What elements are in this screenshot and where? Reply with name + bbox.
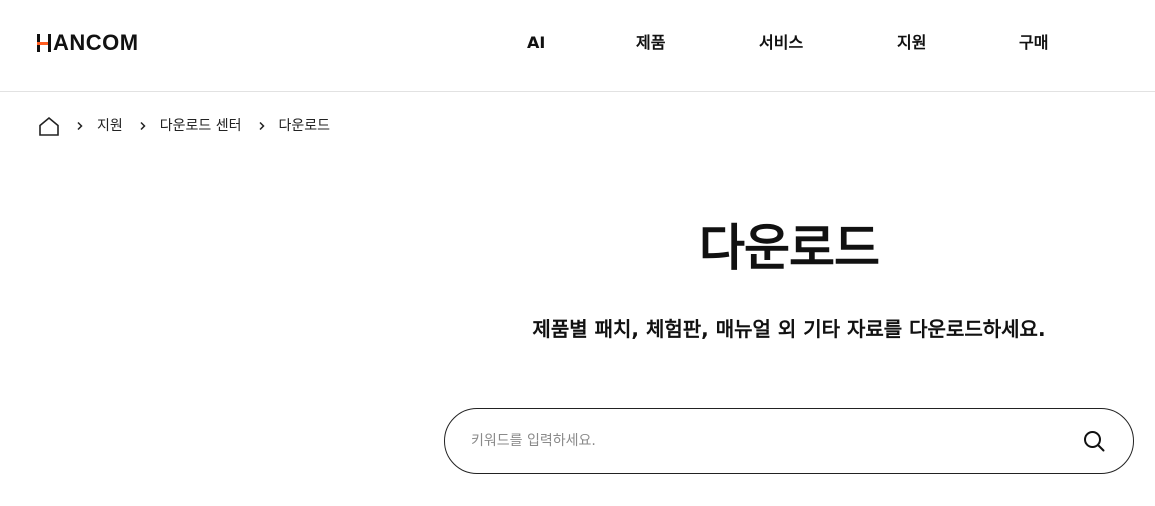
nav-item-products[interactable]: 제품 [636, 30, 665, 56]
search-input[interactable] [471, 409, 1051, 472]
nav-item-purchase[interactable]: 구매 [1019, 30, 1048, 56]
breadcrumb-item-download-center[interactable]: 다운로드 센터 [160, 116, 242, 136]
nav-item-ai[interactable]: AI [527, 30, 545, 56]
logo-h-mark [36, 34, 52, 52]
home-icon[interactable] [38, 115, 60, 137]
nav-item-services[interactable]: 서비스 [759, 30, 803, 56]
breadcrumb-item-support[interactable]: 지원 [97, 116, 123, 136]
breadcrumb: 지원 다운로드 센터 다운로드 [38, 114, 330, 138]
nav-item-support[interactable]: 지원 [897, 30, 926, 56]
search-icon [1083, 430, 1105, 452]
logo-text: ANCOM [53, 30, 139, 55]
page-title: 다운로드 [699, 219, 880, 277]
chevron-right-icon [70, 116, 90, 136]
chevron-right-icon [252, 116, 272, 136]
breadcrumb-item-download[interactable]: 다운로드 [279, 116, 331, 136]
search-bar [444, 408, 1134, 474]
search-button[interactable] [1081, 428, 1107, 454]
page-description: 제품별 패치, 체험판, 매뉴얼 외 기타 자료를 다운로드하세요. [532, 317, 1046, 341]
chevron-right-icon [133, 116, 153, 136]
site-header: ANCOM AI 제품 서비스 지원 구매 [0, 0, 1155, 92]
hancom-logo[interactable]: ANCOM [36, 31, 139, 55]
